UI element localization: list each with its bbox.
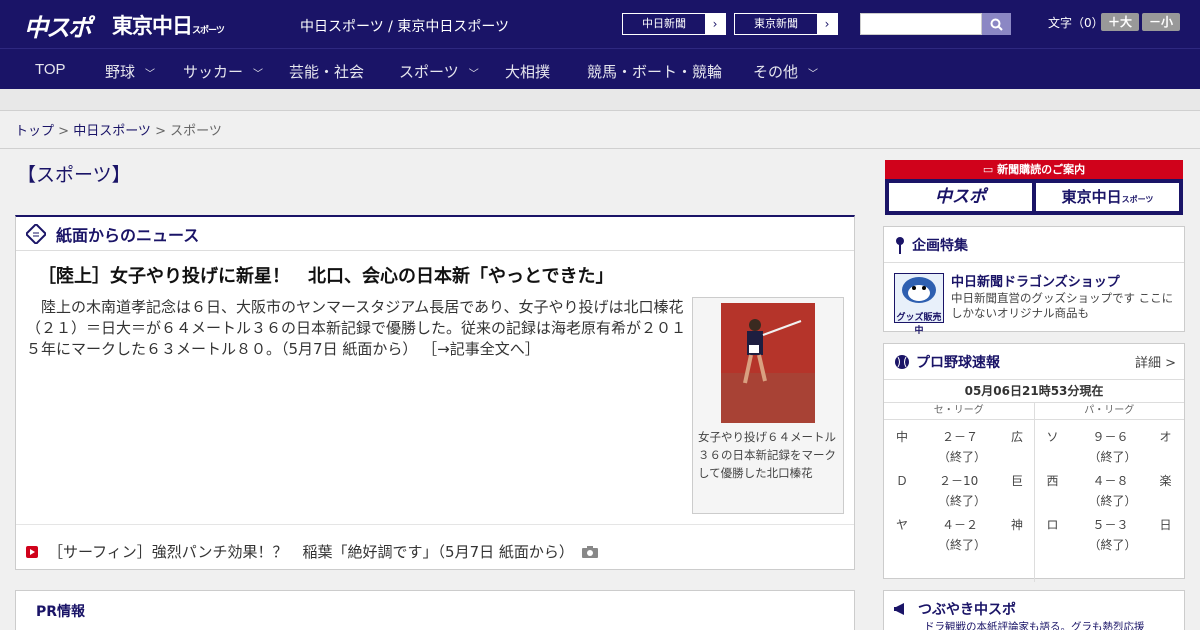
chevron-right-icon: › xyxy=(817,14,837,34)
tweet-desc: ドラ観戦の本紙評論家も語る。グラも熱烈応援 xyxy=(924,621,1145,630)
chuspo-subscribe[interactable]: 中スポ xyxy=(889,183,1032,211)
related-link-text: ［サーフィン］強烈パンチ効果！？ 稲葉「絶好調です」（5月7日 紙面から） xyxy=(48,543,574,561)
special-box: 企画特集 グッズ販売中 中日新聞ドラゴンズショップ 中日新聞直営のグッズショップ… xyxy=(883,226,1185,336)
tokyo-subscribe-small: スポーツ xyxy=(1121,195,1154,204)
game-row[interactable]: ロ ５－３ 日（終了） xyxy=(1035,508,1185,552)
megaphone-icon xyxy=(894,603,904,615)
page-title: 【スポーツ】 xyxy=(17,164,131,186)
paper1-label: 中日新聞 xyxy=(642,17,686,30)
paper2-label: 東京新聞 xyxy=(754,17,798,30)
news-box: 紙面からのニュース ［陸上］女子やり投げに新星！ 北口、会心の日本新「やっとでき… xyxy=(15,215,855,570)
baseball-icon xyxy=(895,354,909,369)
nav-soccer[interactable]: サッカー ﹀ xyxy=(183,61,263,82)
pin-icon xyxy=(896,236,904,254)
main-nav: TOP 野球 ﹀ サッカー ﹀ 芸能・社会 スポーツ ﹀ 大相撲 競馬・ボート・競輪 … xyxy=(0,48,1200,89)
chevron-down-icon: ﹀ xyxy=(468,69,479,80)
separator xyxy=(16,524,854,525)
pr-box: PR情報 xyxy=(15,590,855,630)
article-figure[interactable]: 女子やり投げ６４メートル３６の日本新記録をマークして優勝した北口榛花 xyxy=(692,297,844,514)
sub-strip xyxy=(0,89,1200,111)
nav-entertainment[interactable]: 芸能・社会 xyxy=(289,61,364,82)
shop-badge-label: グッズ販売中 xyxy=(896,313,942,336)
game-row[interactable]: ソ ９－６ オ（終了） xyxy=(1035,420,1185,464)
central-league-label: セ・リーグ xyxy=(884,403,1035,419)
tweet-header: つぶやき中スポ xyxy=(894,599,1016,619)
chevron-right-icon: › xyxy=(705,14,725,34)
crumb-top[interactable]: トップ xyxy=(15,124,54,139)
pr-title: PR情報 xyxy=(36,604,86,620)
camera-icon xyxy=(581,545,598,558)
dragons-mascot-icon xyxy=(902,277,936,303)
special-title: 企画特集 xyxy=(912,237,968,254)
figure-caption: 女子やり投げ６４メートル３６の日本新記録をマークして優勝した北口榛花 xyxy=(698,430,836,480)
pacific-scores: ソ ９－６ オ（終了） 西 ４－８ 楽（終了） ロ ５－３ 日（終了） xyxy=(1035,420,1185,582)
pacific-league-label: パ・リーグ xyxy=(1084,405,1135,416)
search-button[interactable] xyxy=(982,13,1011,35)
nav-racing[interactable]: 競馬・ボート・競輪 xyxy=(587,61,722,82)
search-icon xyxy=(990,18,1003,31)
newspaper-small-icon: ▭ xyxy=(982,163,998,176)
breadcrumb: トップ > 中日スポーツ > スポーツ xyxy=(15,124,222,139)
crumb-current: スポーツ xyxy=(170,124,222,139)
tweet-box[interactable]: つぶやき中スポ ドラ観戦の本紙評論家も語る。グラも熱烈応援 xyxy=(883,590,1185,630)
subscription-banner[interactable]: ▭ 新聞購読のご案内 中スポ 東京中日スポーツ xyxy=(885,160,1183,215)
article-body: 陸上の木南道孝記念は６日、大阪市のヤンマースタジアム長居であり、女子やり投げは北… xyxy=(26,298,687,358)
chuspo-logo[interactable]: 中スポ xyxy=(24,8,92,43)
baseball-more-link[interactable]: 詳細 > xyxy=(1135,352,1176,371)
newspaper-icon xyxy=(26,223,46,244)
related-link[interactable]: ［サーフィン］強烈パンチ効果！？ 稲葉「絶好調です」（5月7日 紙面から） xyxy=(26,541,598,562)
central-scores: 中 ２－７ 広（終了） Ｄ ２－10 巨（終了） ヤ ４－２ 神（終了） xyxy=(884,420,1035,582)
game-row[interactable]: ヤ ４－２ 神（終了） xyxy=(884,508,1034,552)
top-bar: 中スポ 東京中日スポーツ 中日スポーツ / 東京中日スポーツ 中日新聞 › 東京新… xyxy=(0,0,1200,48)
athlete-photo xyxy=(721,303,815,423)
league-headers: セ・リーグ パ・リーグ xyxy=(884,403,1184,420)
nav-other[interactable]: その他 ﹀ xyxy=(753,61,818,82)
tokyo-shimbun-link[interactable]: 東京新聞 › xyxy=(734,13,838,35)
crumb-chunichi-sports[interactable]: 中日スポーツ xyxy=(73,124,151,139)
subscription-title: ▭ 新聞購読のご案内 xyxy=(885,160,1183,179)
tokyo-chunichi-logo[interactable]: 東京中日スポーツ xyxy=(112,10,225,40)
scoreboard: 中 ２－７ 広（終了） Ｄ ２－10 巨（終了） ヤ ４－２ 神（終了） ソ ９－６ オ（終了）… xyxy=(884,420,1184,582)
search-input[interactable] xyxy=(860,13,982,35)
tweet-title: つぶやき中スポ xyxy=(918,602,1016,618)
chunichi-shimbun-link[interactable]: 中日新聞 › xyxy=(622,13,726,35)
nav-sumo[interactable]: 大相撲 xyxy=(505,61,550,82)
baseball-box: プロ野球速報 詳細 > 05月06日21時53分現在 セ・リーグ パ・リーグ 中 ２－… xyxy=(883,343,1185,582)
font-up-button[interactable]: ＋大 xyxy=(1101,13,1139,31)
article-headline[interactable]: ［陸上］女子やり投げに新星！ 北口、会心の日本新「やっとできた」 xyxy=(38,262,613,288)
site-title: 中日スポーツ / 東京中日スポーツ xyxy=(300,19,510,35)
news-box-title: 紙面からのニュース xyxy=(56,225,200,245)
game-row[interactable]: 中 ２－７ 広（終了） xyxy=(884,420,1034,464)
shop-badge[interactable]: グッズ販売中 xyxy=(894,273,944,336)
baseball-time: 05月06日21時53分現在 xyxy=(884,380,1184,403)
baseball-header: プロ野球速報 詳細 > xyxy=(884,344,1184,380)
play-icon xyxy=(26,545,38,558)
chevron-down-icon: ﹀ xyxy=(253,69,264,80)
font-down-button[interactable]: －小 xyxy=(1142,13,1180,31)
divider xyxy=(0,148,1200,149)
game-row[interactable]: Ｄ ２－10 巨（終了） xyxy=(884,464,1034,508)
game-row[interactable]: 西 ４－８ 楽（終了） xyxy=(1035,464,1185,508)
shop-desc: 中日新聞直営のグッズショップです ここにしかないオリジナル商品も xyxy=(951,291,1174,320)
chevron-down-icon: ﹀ xyxy=(808,69,819,80)
font-size-label: 文字（0） xyxy=(1048,16,1104,30)
nav-top[interactable]: TOP xyxy=(35,61,66,78)
nav-baseball[interactable]: 野球 ﹀ xyxy=(105,61,155,82)
news-box-header: 紙面からのニュース xyxy=(16,217,854,251)
baseball-title: プロ野球速報 xyxy=(916,354,1000,371)
special-header: 企画特集 xyxy=(884,227,1184,263)
tokyo-logo-small: スポーツ xyxy=(192,26,225,36)
tokyo-subscribe-text: 東京中日 xyxy=(1061,188,1122,206)
shop-title[interactable]: 中日新聞ドラゴンズショップ xyxy=(951,271,1120,290)
chevron-down-icon: ﹀ xyxy=(145,69,156,80)
tokyo-subscribe[interactable]: 東京中日スポーツ xyxy=(1036,183,1179,211)
nav-sports[interactable]: スポーツ ﹀ xyxy=(399,61,479,82)
tokyo-logo-text: 東京中日 xyxy=(112,14,193,38)
